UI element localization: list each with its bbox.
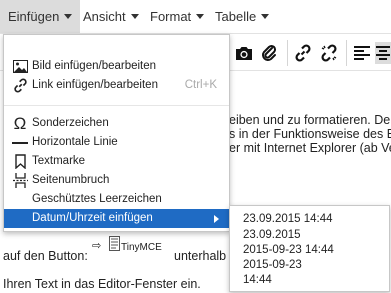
arrow-right-icon: ⇨ — [92, 240, 102, 252]
bookmark-icon — [12, 154, 28, 169]
content-line: er mit Internet Explorer (ab Vers — [229, 141, 391, 155]
caret-down-icon — [196, 14, 205, 19]
menu-item-label: Seitenumbruch — [32, 174, 110, 186]
menu-ansicht-label: Ansicht — [83, 9, 126, 24]
toolbar-separator — [346, 40, 347, 66]
submenu-item-iso-datetime[interactable]: 2015-09-23 14:44 — [243, 242, 334, 258]
insert-menu-dropdown: Bild einfügen/bearbeiten Link einfügen/b… — [3, 34, 230, 232]
image-icon — [12, 59, 28, 74]
chevron-right-icon — [214, 215, 219, 223]
caret-down-icon — [261, 14, 270, 19]
page-break-icon — [12, 173, 28, 188]
tinymce-button-image: TinyMCE — [109, 236, 162, 256]
unlink-icon[interactable] — [318, 42, 340, 64]
align-center-icon[interactable] — [375, 42, 391, 64]
align-left-icon[interactable] — [351, 42, 373, 64]
menu-tabelle[interactable]: Tabelle — [207, 0, 277, 33]
menubar: Einfügen Ansicht Format Tabelle — [0, 0, 391, 34]
submenu-item-datetime[interactable]: 23.09.2015 14:44 — [243, 211, 333, 227]
caret-down-icon — [130, 14, 139, 19]
horizontal-line-icon — [12, 135, 28, 150]
content-line: Ihren Text in das Editor-Fenster ein. — [3, 277, 201, 291]
menu-item-link[interactable]: Link einfügen/bearbeiten Ctrl+K — [4, 76, 229, 95]
menu-format-label: Format — [150, 9, 192, 24]
menu-item-label: Sonderzeichen — [32, 117, 109, 129]
menu-tabelle-label: Tabelle — [215, 9, 257, 24]
menu-item-horizontal-line[interactable]: Horizontale Linie — [4, 133, 229, 152]
menu-item-nbsp[interactable]: Geschütztes Leerzeichen — [4, 190, 229, 209]
menu-item-label: Horizontale Linie — [32, 136, 118, 148]
menu-separator — [4, 105, 229, 106]
link-icon[interactable] — [292, 42, 314, 64]
toolbar-separator — [287, 40, 288, 66]
submenu-item-date[interactable]: 23.09.2015 — [243, 227, 301, 243]
menu-item-special-char[interactable]: Ω Sonderzeichen — [4, 114, 229, 133]
menu-item-label: Bild einfügen/bearbeiten — [32, 60, 157, 72]
menu-item-page-break[interactable]: Seitenumbruch — [4, 171, 229, 190]
menu-item-label: Geschütztes Leerzeichen — [32, 193, 162, 205]
menu-item-label: Textmarke — [32, 155, 86, 167]
omega-icon: Ω — [13, 114, 27, 133]
menu-format[interactable]: Format — [142, 0, 212, 33]
menu-item-bookmark[interactable]: Textmarke — [4, 152, 229, 171]
menu-ansicht[interactable]: Ansicht — [75, 0, 147, 33]
submenu-item-iso-date[interactable]: 2015-09-23 — [243, 257, 302, 273]
menu-item-label: Datum/Uhrzeit einfügen — [32, 212, 153, 224]
datetime-submenu: 23.09.2015 14:44 23.09.2015 2015-09-23 1… — [229, 205, 390, 292]
camera-icon[interactable] — [233, 42, 255, 64]
content-line: unterhalb — [174, 249, 227, 263]
menu-item-label: Link einfügen/bearbeiten — [32, 79, 158, 91]
caret-down-icon — [64, 14, 73, 19]
content-line: eiben und zu formatieren. Der T — [229, 113, 391, 127]
menu-item-datetime[interactable]: Datum/Uhrzeit einfügen — [4, 209, 229, 228]
shortcut-label: Ctrl+K — [184, 79, 217, 91]
menu-einfuegen[interactable]: Einfügen — [0, 0, 81, 33]
menu-einfuegen-label: Einfügen — [8, 9, 60, 24]
content-line: s in der Funktionsweise des Ed — [229, 127, 391, 141]
menu-item-image[interactable]: Bild einfügen/bearbeiten — [4, 57, 229, 76]
tinymce-label: TinyMCE — [121, 242, 162, 253]
link-icon — [12, 78, 28, 93]
paperclip-icon[interactable] — [258, 42, 280, 64]
submenu-item-time[interactable]: 14:44 — [243, 272, 272, 288]
content-line: auf den Button: — [3, 249, 88, 263]
